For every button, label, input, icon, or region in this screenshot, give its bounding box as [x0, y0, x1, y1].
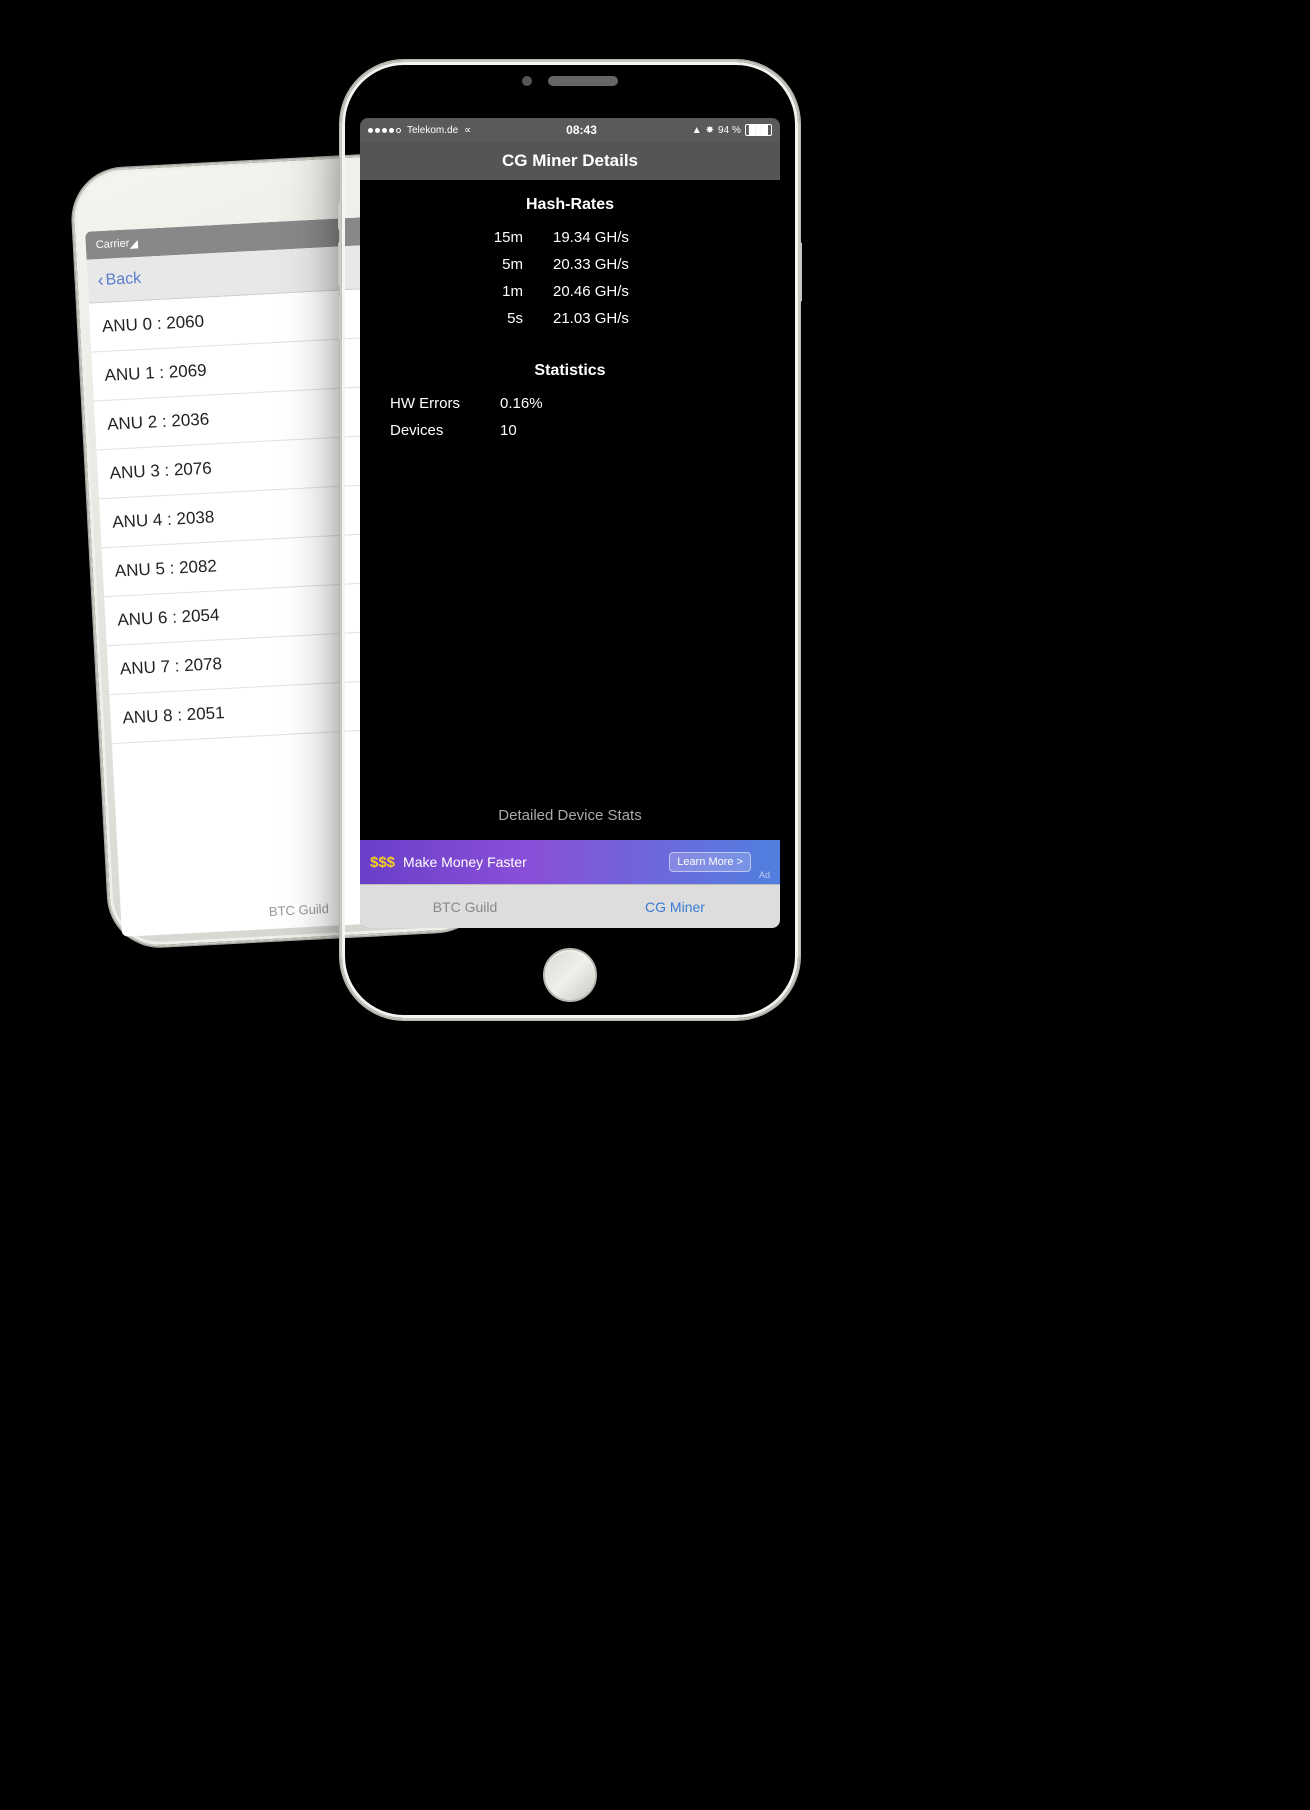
- signal-dot-2: [375, 128, 380, 133]
- hash-value-5m: 20.33 GH/s: [553, 256, 653, 273]
- hash-label-1m: 1m: [487, 283, 523, 300]
- ad-text: Make Money Faster: [403, 854, 661, 870]
- signal-dot-4: [389, 128, 394, 133]
- volume-up-button[interactable]: [338, 242, 342, 286]
- hash-rates-title: Hash-Rates: [360, 180, 780, 224]
- stat-label-devices: Devices: [390, 422, 500, 439]
- battery-icon: ███: [745, 124, 772, 136]
- speaker-grille: [548, 76, 618, 86]
- status-time: 08:43: [566, 123, 597, 137]
- status-right-group: ▲ ✸ 94 % ███: [692, 124, 772, 136]
- stat-value-devices: 10: [500, 422, 517, 439]
- wifi-icon: ∝: [464, 125, 471, 136]
- status-left-group: Telekom.de ∝: [368, 125, 471, 136]
- hash-row-15m: 15m 19.34 GH/s: [360, 224, 780, 251]
- bluetooth-icon: ✸: [706, 125, 714, 136]
- home-button[interactable]: [543, 948, 597, 1002]
- hash-value-1m: 20.46 GH/s: [553, 283, 653, 300]
- carrier-label: Telekom.de: [407, 125, 458, 136]
- tab-cg-miner[interactable]: CG Miner: [570, 889, 780, 925]
- front-camera-icon: [522, 76, 532, 86]
- tab-btc-guild[interactable]: BTC Guild: [360, 889, 570, 925]
- foreground-phone: Telekom.de ∝ 08:43 ▲ ✸ 94 % ███ CG Miner…: [340, 60, 800, 1020]
- ad-learn-more-button[interactable]: Learn More >: [669, 852, 751, 872]
- battery-pct: 94 %: [718, 125, 741, 136]
- signal-dot-3: [382, 128, 387, 133]
- signal-bars: [368, 128, 401, 133]
- fg-navbar-title: CG Miner Details: [502, 151, 638, 171]
- volume-down-button[interactable]: [338, 296, 342, 340]
- hash-value-15m: 19.34 GH/s: [553, 229, 653, 246]
- signal-dot-5: [396, 128, 401, 133]
- mute-button[interactable]: [338, 202, 342, 230]
- bg-carrier-label: Carrier: [95, 237, 129, 251]
- fg-navbar: CG Miner Details: [360, 142, 780, 180]
- detailed-device-stats-button[interactable]: Detailed Device Stats: [360, 791, 780, 840]
- fg-content-area: Hash-Rates 15m 19.34 GH/s 5m 20.33 GH/s …: [360, 180, 780, 840]
- fg-screen: Telekom.de ∝ 08:43 ▲ ✸ 94 % ███ CG Miner…: [360, 118, 780, 928]
- ad-label: Ad: [759, 870, 770, 884]
- hash-label-15m: 15m: [487, 229, 523, 246]
- power-button[interactable]: [798, 242, 802, 302]
- hash-row-5m: 5m 20.33 GH/s: [360, 251, 780, 278]
- stat-row-devices: Devices 10: [360, 417, 780, 444]
- stat-label-hw-errors: HW Errors: [390, 395, 500, 412]
- hash-row-1m: 1m 20.46 GH/s: [360, 278, 780, 305]
- fg-phone-top: [342, 76, 798, 86]
- ad-money-icon: $$$: [370, 854, 395, 871]
- stat-value-hw-errors: 0.16%: [500, 395, 543, 412]
- signal-dot-1: [368, 128, 373, 133]
- hash-row-5s: 5s 21.03 GH/s: [360, 305, 780, 332]
- fg-tabbar: BTC Guild CG Miner: [360, 884, 780, 928]
- statistics-title: Statistics: [360, 346, 780, 390]
- hash-value-5s: 21.03 GH/s: [553, 310, 653, 327]
- gps-icon: ▲: [692, 125, 702, 136]
- ad-banner[interactable]: $$$ Make Money Faster Learn More > Ad: [360, 840, 780, 884]
- stat-row-hw-errors: HW Errors 0.16%: [360, 390, 780, 417]
- fg-statusbar: Telekom.de ∝ 08:43 ▲ ✸ 94 % ███: [360, 118, 780, 142]
- bg-wifi-icon: ◢: [129, 237, 138, 250]
- bg-back-button[interactable]: ‹ Back: [97, 268, 142, 291]
- bg-back-chevron-icon: ‹: [97, 270, 104, 291]
- bg-back-label: Back: [105, 269, 141, 289]
- hash-label-5s: 5s: [487, 310, 523, 327]
- hash-label-5m: 5m: [487, 256, 523, 273]
